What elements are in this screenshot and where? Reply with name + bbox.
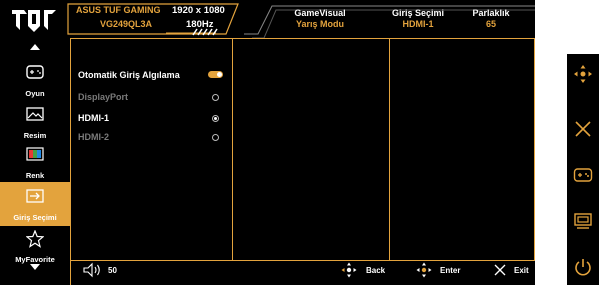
star-icon: [26, 230, 44, 248]
sidebar-item-label: MyFavorite: [15, 255, 55, 264]
scroll-up-icon[interactable]: [30, 44, 40, 50]
hdmi-1-radio[interactable]: [212, 115, 219, 122]
joystick-back-icon: [341, 262, 357, 278]
back-label: Back: [366, 266, 386, 275]
brightness-value: 65: [485, 19, 496, 29]
color-bars-icon: [26, 147, 44, 161]
sidebar-item-myfavorite[interactable]: MyFavorite: [0, 224, 70, 268]
auto-detect-toggle[interactable]: [208, 71, 223, 78]
gamepad-icon: [26, 65, 44, 79]
joystick-enter-icon: [416, 262, 432, 278]
column-divider: [389, 38, 390, 260]
column-divider: [232, 38, 233, 260]
sidebar-item-label: Giriş Seçimi: [13, 213, 57, 222]
osd-menu: ASUS TUF GAMING VG249QL3A 1920 x 1080 18…: [0, 0, 535, 285]
brightness-label: Parlaklık: [472, 8, 510, 18]
displayport-radio[interactable]: [212, 94, 219, 101]
scroll-down-icon[interactable]: [30, 264, 40, 270]
sidebar-item-label: Resim: [23, 131, 47, 140]
osd-header: ASUS TUF GAMING VG249QL3A 1920 x 1080 18…: [0, 0, 535, 38]
input-select-icon: [26, 189, 44, 203]
hdmi-2-radio[interactable]: [212, 134, 219, 141]
model-name: VG249QL3A: [100, 19, 153, 29]
option-auto-input-detect[interactable]: Otomatik Giriş Algılama: [78, 70, 180, 80]
input-select-value: HDMI-1: [402, 19, 434, 29]
speaker-icon: [83, 262, 100, 278]
sidebar-item-resim[interactable]: Resim: [0, 100, 70, 144]
column-divider: [534, 38, 535, 260]
enter-label: Enter: [440, 266, 461, 275]
gamepad-plus-icon[interactable]: [573, 165, 593, 185]
option-hdmi-1[interactable]: HDMI-1: [78, 113, 109, 123]
resolution-value: 1920 x 1080: [172, 5, 225, 16]
exit-label: Exit: [514, 266, 529, 275]
refresh-rate-value: 180Hz: [186, 19, 214, 30]
tuf-logo-icon: [12, 10, 56, 32]
sidebar-item-label: Renk: [25, 171, 45, 180]
picture-icon: [26, 107, 44, 121]
content-top-border: [70, 38, 535, 39]
option-hdmi-2[interactable]: HDMI-2: [78, 132, 109, 142]
sidebar-item-oyun[interactable]: Oyun: [0, 58, 70, 102]
hardware-button-panel: [567, 54, 599, 285]
sidebar-item-giris-secimi[interactable]: Giriş Seçimi: [0, 182, 70, 226]
volume-value: 50: [108, 266, 117, 275]
sidebar-item-renk[interactable]: Renk: [0, 140, 70, 184]
sidebar-item-label: Oyun: [25, 89, 45, 98]
navigate-joystick-icon[interactable]: [573, 64, 593, 84]
content-bottom-border: [70, 260, 535, 261]
close-icon[interactable]: [573, 119, 593, 139]
input-select-label: Giriş Seçimi: [391, 8, 445, 18]
power-icon[interactable]: [573, 257, 593, 277]
option-displayport[interactable]: DisplayPort: [78, 92, 128, 102]
gamevisual-value: Yarış Modu: [295, 19, 344, 29]
exit-close-icon: [494, 264, 506, 276]
gamevisual-label: GameVisual: [294, 8, 346, 18]
sidebar: Oyun Resim Renk Giriş Seçimi MyFavorite: [0, 38, 71, 285]
model-brand: ASUS TUF GAMING: [76, 5, 161, 15]
input-switch-icon[interactable]: [573, 211, 593, 231]
